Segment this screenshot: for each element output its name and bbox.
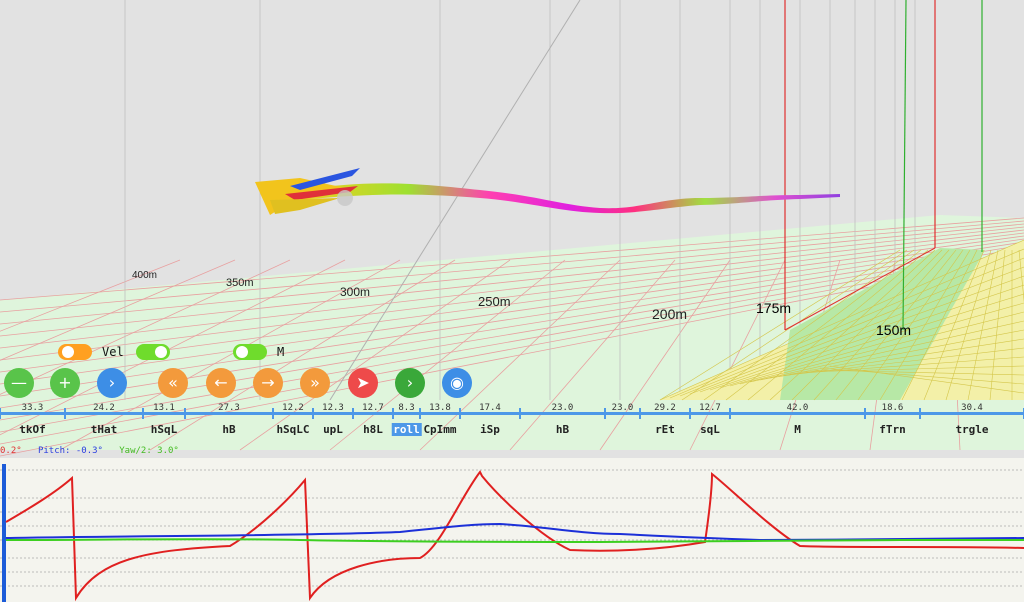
segment-label[interactable]: trgle	[955, 423, 988, 436]
chevron-right-button[interactable]: ›	[97, 368, 127, 398]
paper-plane-button[interactable]: ➤	[348, 368, 378, 398]
chevron-right-circle-button[interactable]: ›	[395, 368, 425, 398]
segment-duration: 8.3	[398, 403, 415, 413]
toggle-switch[interactable]	[58, 344, 92, 360]
double-chevron-right-button[interactable]: »	[300, 368, 330, 398]
toggle-velocity[interactable]: Vel	[102, 342, 180, 362]
toggle-label: Vel	[102, 345, 124, 359]
arrow-right-button[interactable]: →	[253, 368, 283, 398]
minus-icon: —	[11, 373, 27, 392]
segment-label[interactable]: upL	[323, 423, 343, 436]
segment-duration: 29.2	[654, 403, 676, 413]
segment-duration: 23.0	[551, 403, 574, 413]
chevron-right-circle-icon: ›	[406, 373, 414, 392]
double-chevron-left-icon: «	[168, 373, 178, 392]
toggle-m[interactable]: M	[233, 342, 284, 362]
arrow-right-icon: →	[261, 373, 275, 392]
segment-duration: 12.3	[322, 403, 344, 413]
segment-duration: 12.2	[282, 403, 304, 413]
eye-button[interactable]: ◉	[442, 368, 472, 398]
yaw-readout: Yaw/2: 3.0°	[119, 446, 179, 456]
segment-duration: 42.0	[786, 403, 809, 413]
segment-label[interactable]: CpImm	[423, 423, 456, 436]
distance-label-175m: 175m	[756, 300, 792, 316]
distance-label-350m: 350m	[226, 277, 254, 289]
distance-label-400m: 400m	[132, 270, 158, 281]
double-chevron-right-icon: »	[310, 373, 320, 392]
segment-label[interactable]: hSqL	[151, 423, 178, 436]
segment-label[interactable]: tHat	[91, 423, 118, 436]
eye-icon: ◉	[450, 373, 464, 392]
arrow-left-button[interactable]: ←	[206, 368, 236, 398]
segment-duration: 13.8	[429, 403, 451, 413]
segment-label[interactable]: sqL	[700, 423, 720, 436]
segment-duration: 18.6	[881, 403, 904, 413]
arrow-left-icon: ←	[214, 373, 228, 392]
toggle-trail[interactable]	[58, 342, 102, 362]
segment-duration: 27.3	[218, 403, 240, 413]
distance-label-250m: 250m	[478, 294, 511, 309]
toggle-label: M	[277, 345, 285, 359]
segment-label[interactable]: rEt	[655, 423, 675, 436]
segment-label[interactable]: roll	[391, 423, 422, 436]
segment-duration: 17.4	[479, 403, 501, 413]
segment-duration: 33.3	[21, 403, 44, 413]
segment-label[interactable]: hB	[222, 423, 235, 436]
distance-label-300m: 300m	[340, 285, 371, 299]
plus-button[interactable]: +	[50, 368, 80, 398]
plot-cursor[interactable]	[2, 464, 6, 602]
plus-icon: +	[58, 373, 72, 392]
attitude-readout: 0.2° Pitch: -0.3° Yaw/2: 3.0°	[0, 446, 179, 456]
pitch-readout: Pitch: -0.3°	[37, 446, 103, 456]
segment-duration: 13.1	[153, 403, 175, 413]
double-chevron-left-button[interactable]: «	[158, 368, 188, 398]
distance-label-150m: 150m	[876, 322, 912, 338]
roll-readout: 0.2°	[0, 446, 22, 456]
toggle-switch[interactable]	[135, 344, 170, 360]
segment-duration: 30.4	[961, 403, 983, 413]
minus-button[interactable]: —	[4, 368, 34, 398]
segment-label[interactable]: tkOf	[19, 423, 46, 436]
segment-label[interactable]: iSp	[480, 423, 500, 436]
chevron-right-icon: ›	[108, 373, 116, 392]
paper-plane-icon: ➤	[356, 373, 370, 392]
segment-label[interactable]: hB	[556, 423, 569, 436]
segment-label[interactable]: h8L	[363, 423, 383, 436]
toggle-switch[interactable]	[233, 344, 267, 360]
segment-label[interactable]: M	[794, 423, 801, 436]
segment-duration: 12.7	[699, 403, 721, 413]
segment-duration: 23.0	[611, 403, 634, 413]
attitude-plot[interactable]	[0, 458, 1024, 602]
segment-duration: 12.7	[362, 403, 384, 413]
segment-label[interactable]: fTrn	[879, 423, 906, 436]
segment-label[interactable]: hSqLC	[276, 423, 309, 436]
distance-label-200m: 200m	[652, 306, 688, 322]
segment-duration: 24.2	[93, 403, 115, 413]
